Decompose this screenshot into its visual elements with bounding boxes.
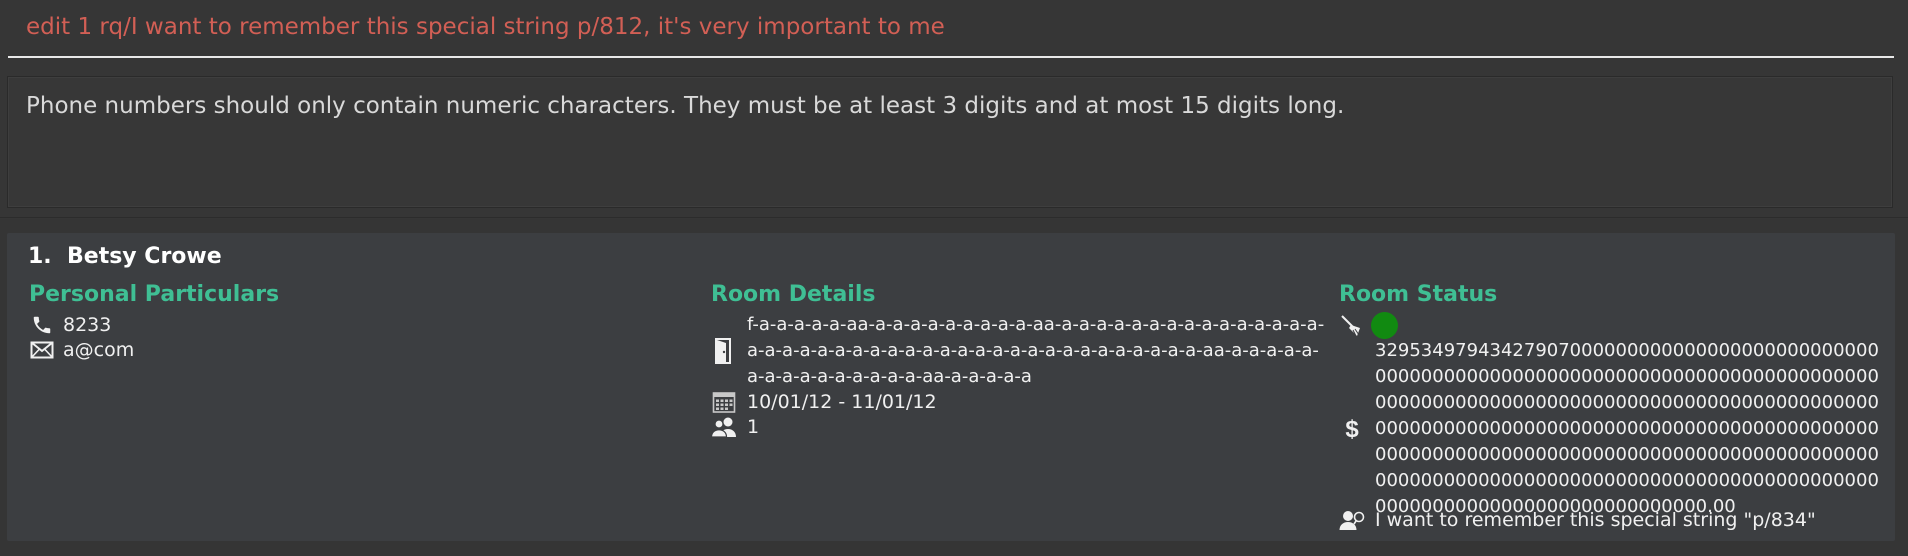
cleaning-status-indicator: [1371, 312, 1398, 339]
phone-icon: [29, 312, 55, 338]
cleaning-status-row: [1339, 312, 1398, 339]
phone-row: 8233: [29, 312, 111, 338]
dollar-icon: $: [1339, 416, 1365, 442]
people-icon: [711, 414, 737, 440]
person-name-line: 1. Betsy Crowe: [28, 244, 222, 269]
result-display: Phone numbers should only contain numeri…: [7, 76, 1893, 208]
command-box[interactable]: edit 1 rq/I want to remember this specia…: [8, 0, 1894, 58]
door-icon: [711, 338, 737, 364]
dates-row: 10/01/12 - 11/01/12: [711, 389, 937, 415]
person-list[interactable]: 1. Betsy Crowe Personal Particulars 8233…: [0, 219, 1908, 556]
person-index: 1.: [28, 244, 52, 269]
room-details-title: Room Details: [711, 282, 876, 307]
divider: [0, 217, 1908, 218]
broom-icon: [1339, 313, 1365, 339]
command-input-text[interactable]: edit 1 rq/I want to remember this specia…: [26, 14, 945, 40]
price-value: 3295349794342790700000000000000000000000…: [1375, 340, 1879, 517]
result-message: Phone numbers should only contain numeri…: [26, 93, 1345, 119]
request-icon: [1339, 507, 1365, 533]
phone-value: 8233: [63, 314, 112, 336]
room-row: f-a-a-a-a-a-aa-a-a-a-a-a-a-a-a-a-aa-a-a-…: [711, 312, 1327, 390]
email-value: a@com: [63, 339, 135, 361]
personal-particulars-title: Personal Particulars: [29, 282, 280, 307]
person-name: Betsy Crowe: [67, 244, 222, 269]
envelope-icon: [29, 337, 55, 363]
price-row: $ 32953497943427907000000000000000000000…: [1339, 338, 1885, 520]
room-value: f-a-a-a-a-a-aa-a-a-a-a-a-a-a-a-a-aa-a-a-…: [747, 314, 1325, 387]
room-status-title: Room Status: [1339, 282, 1498, 307]
dates-value: 10/01/12 - 11/01/12: [747, 391, 937, 413]
svg-text:$: $: [1345, 416, 1359, 442]
request-row: I want to remember this special string "…: [1339, 507, 1816, 533]
calendar-icon: [711, 389, 737, 415]
request-value: I want to remember this special string "…: [1375, 509, 1816, 531]
person-card[interactable]: 1. Betsy Crowe Personal Particulars 8233…: [7, 233, 1895, 541]
guests-value: 1: [747, 416, 760, 438]
email-row: a@com: [29, 337, 134, 363]
guests-row: 1: [711, 414, 759, 440]
